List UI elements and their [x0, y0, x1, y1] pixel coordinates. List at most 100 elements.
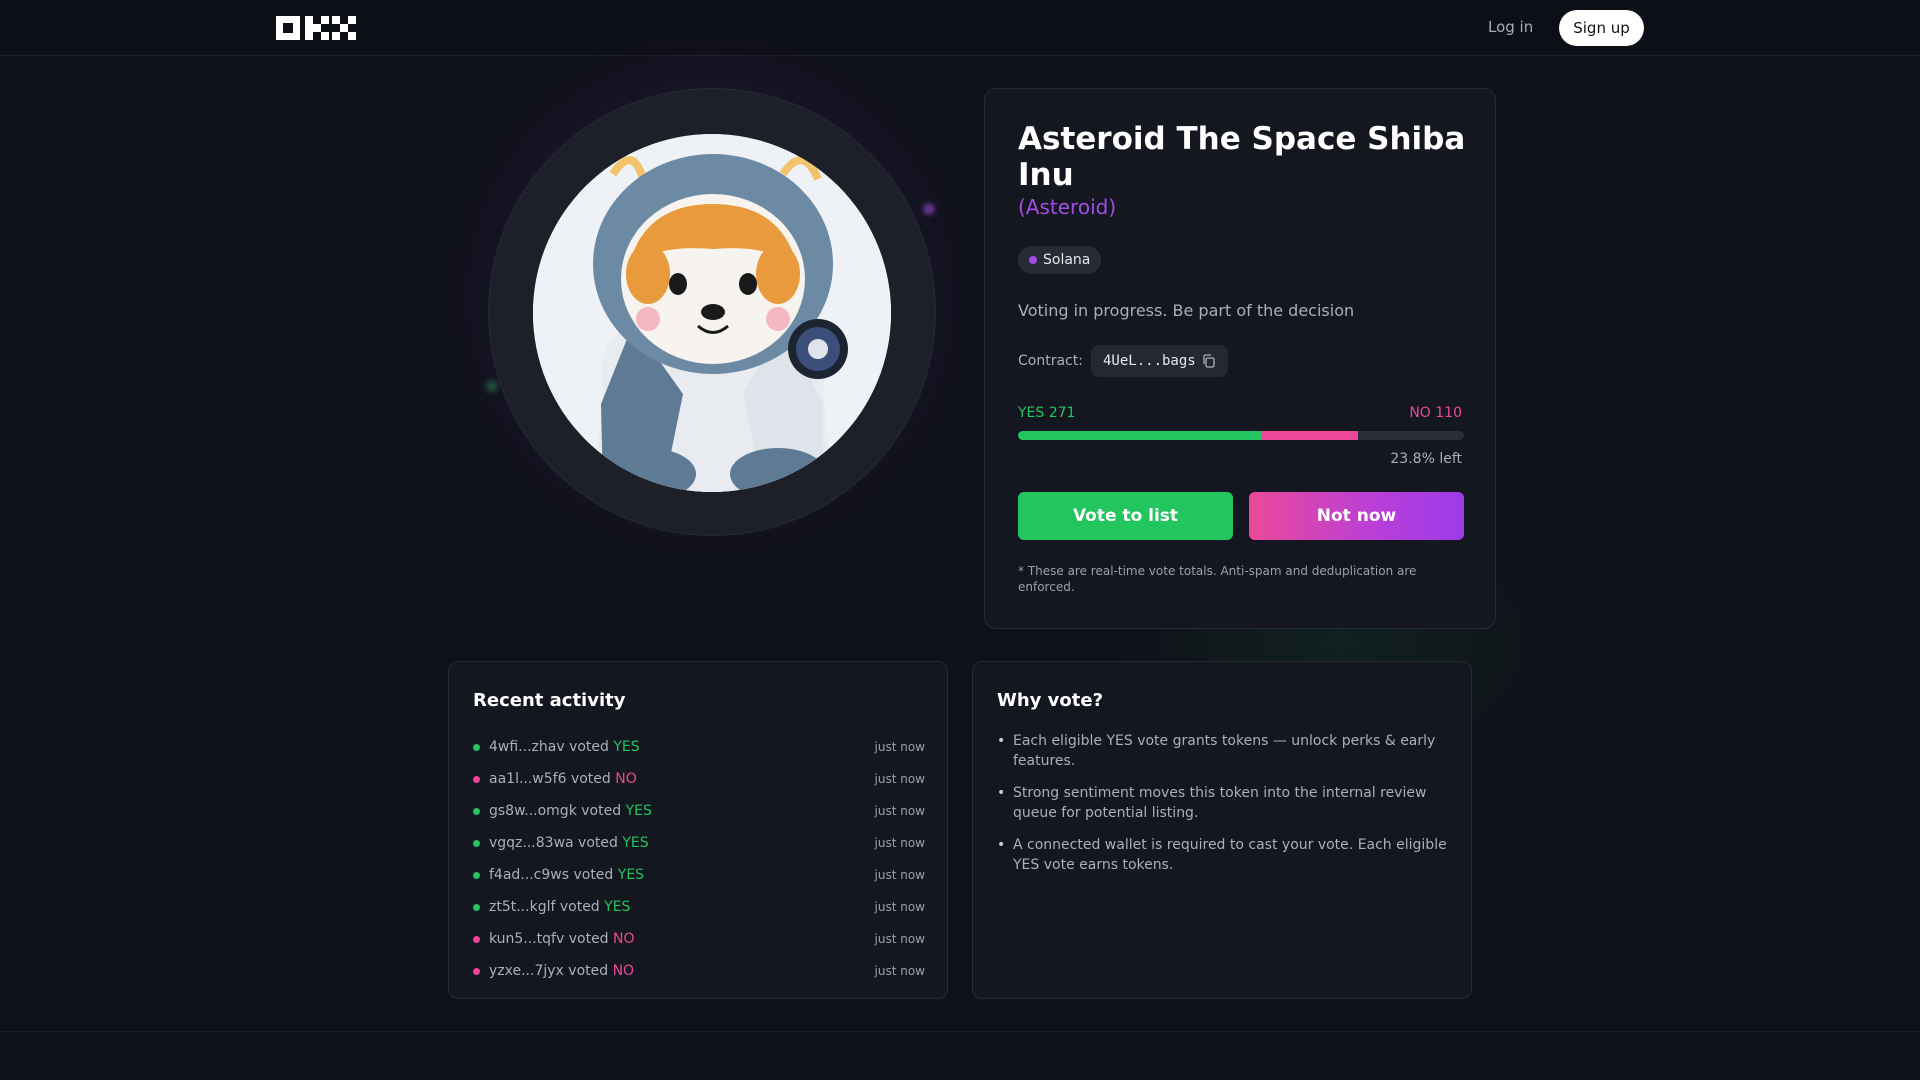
activity-voted-word: voted: [573, 835, 623, 851]
token-vote-card: Asteroid The Space Shiba Inu (Asteroid) …: [984, 88, 1496, 629]
activity-vote-value: NO: [615, 771, 637, 787]
vote-bar-yes: [1018, 431, 1261, 440]
activity-time: just now: [874, 740, 925, 754]
bullet-icon: •: [997, 733, 1006, 749]
activity-row: yzxe...7jyx voted NO just now: [473, 955, 925, 987]
why-vote-item: • Each eligible YES vote grants tokens — …: [997, 731, 1449, 771]
copy-icon[interactable]: [1202, 354, 1216, 368]
vote-dot-icon: [473, 775, 480, 783]
yes-vote-count: YES 271: [1018, 405, 1076, 421]
activity-list: 4wfi...zhav voted YES just now aa1l...w5f6…: [473, 731, 925, 987]
why-vote-title: Why vote?: [997, 690, 1104, 711]
activity-wallet: yzxe...7jyx: [489, 963, 564, 979]
activity-wallet: gs8w...omgk: [489, 803, 577, 819]
why-vote-list: • Each eligible YES vote grants tokens — …: [997, 731, 1449, 887]
activity-time: just now: [874, 932, 925, 946]
activity-text: 4wfi...zhav voted YES: [489, 739, 640, 755]
activity-row: kun5...tqfv voted NO just now: [473, 923, 925, 955]
activity-vote-value: NO: [613, 931, 635, 947]
vote-dot-icon: [473, 935, 480, 943]
activity-row: 4wfi...zhav voted YES just now: [473, 731, 925, 763]
token-name: Asteroid The Space Shiba Inu: [1018, 121, 1466, 193]
activity-vote-value: YES: [625, 803, 652, 819]
recent-activity-title: Recent activity: [473, 690, 626, 711]
activity-row: gs8w...omgk voted YES just now: [473, 795, 925, 827]
activity-wallet: 4wfi...zhav: [489, 739, 565, 755]
okx-logo[interactable]: [276, 16, 362, 40]
activity-vote-value: NO: [612, 963, 635, 979]
vote-dot-icon: [473, 967, 480, 975]
time-left: 23.8% left: [1390, 451, 1462, 467]
activity-text: gs8w...omgk voted YES: [489, 803, 652, 819]
activity-wallet: aa1l...w5f6: [489, 771, 567, 787]
vote-dot-icon: [473, 807, 480, 815]
not-now-button[interactable]: Not now: [1249, 492, 1464, 540]
activity-row: aa1l...w5f6 voted NO just now: [473, 763, 925, 795]
top-navigation-bar: Log in Sign up: [0, 0, 1920, 56]
activity-row: zt5t...kglf voted YES just now: [473, 891, 925, 923]
shiba-astronaut-image: [533, 134, 891, 492]
why-vote-text: Strong sentiment moves this token into t…: [1013, 785, 1427, 821]
activity-time: just now: [874, 804, 925, 818]
activity-wallet: f4ad...c9ws: [489, 867, 570, 883]
activity-voted-word: voted: [555, 899, 605, 915]
activity-vote-value: YES: [622, 835, 649, 851]
vote-dot-icon: [473, 839, 480, 847]
activity-vote-value: YES: [604, 899, 631, 915]
activity-time: just now: [874, 836, 925, 850]
activity-text: aa1l...w5f6 voted NO: [489, 771, 637, 787]
contract-label: Contract:: [1018, 353, 1083, 369]
no-vote-count: NO 110: [1409, 405, 1462, 421]
chain-badge: Solana: [1018, 246, 1102, 274]
why-vote-item: • A connected wallet is required to cast …: [997, 835, 1449, 875]
activity-voted-word: voted: [564, 739, 614, 755]
bullet-icon: •: [997, 785, 1006, 801]
login-link[interactable]: Log in: [1488, 18, 1533, 36]
chain-name: Solana: [1043, 252, 1091, 268]
activity-row: vgqz...83wa voted YES just now: [473, 827, 925, 859]
activity-text: f4ad...c9ws voted YES: [489, 867, 644, 883]
activity-wallet: kun5...tqfv: [489, 931, 565, 947]
activity-voted-word: voted: [564, 931, 614, 947]
activity-voted-word: voted: [569, 867, 618, 883]
why-vote-card: Why vote? • Each eligible YES vote grants…: [972, 661, 1472, 999]
decorative-spark: [923, 203, 935, 215]
activity-vote-value: YES: [613, 739, 640, 755]
vote-dot-icon: [473, 903, 480, 911]
vote-progress-bar: [1018, 431, 1464, 440]
why-vote-text: Each eligible YES vote grants tokens — u…: [1013, 733, 1436, 769]
activity-time: just now: [874, 900, 925, 914]
voting-status: Voting in progress. Be part of the decis…: [1018, 301, 1355, 320]
vote-to-list-button[interactable]: Vote to list: [1018, 492, 1233, 540]
activity-time: just now: [874, 964, 925, 978]
vote-dot-icon: [473, 743, 480, 751]
contract-address-copy[interactable]: 4UeL...bags: [1091, 345, 1228, 377]
activity-row: f4ad...c9ws voted YES just now: [473, 859, 925, 891]
activity-voted-word: voted: [566, 771, 616, 787]
activity-text: vgqz...83wa voted YES: [489, 835, 649, 851]
activity-voted-word: voted: [576, 803, 626, 819]
footer-divider: [0, 1031, 1920, 1032]
token-symbol: (Asteroid): [1018, 195, 1117, 219]
activity-voted-word: voted: [563, 963, 613, 979]
activity-text: zt5t...kglf voted YES: [489, 899, 630, 915]
activity-text: yzxe...7jyx voted NO: [489, 963, 634, 979]
activity-wallet: zt5t...kglf: [489, 899, 556, 915]
why-vote-item: • Strong sentiment moves this token into …: [997, 783, 1449, 823]
signup-button[interactable]: Sign up: [1559, 10, 1644, 46]
chain-dot-icon: [1029, 256, 1037, 264]
why-vote-text: A connected wallet is required to cast y…: [1013, 837, 1447, 873]
activity-time: just now: [874, 868, 925, 882]
token-avatar: [533, 134, 891, 492]
activity-text: kun5...tqfv voted NO: [489, 931, 635, 947]
contract-address: 4UeL...bags: [1103, 353, 1196, 369]
activity-wallet: vgqz...83wa: [489, 835, 574, 851]
activity-time: just now: [874, 772, 925, 786]
decorative-spark: [486, 380, 498, 392]
disclaimer-text: * These are real-time vote totals. Anti-…: [1018, 564, 1417, 594]
recent-activity-card: Recent activity 4wfi...zhav voted YES jus…: [448, 661, 948, 999]
activity-vote-value: YES: [617, 867, 645, 883]
vote-bar-no: [1260, 431, 1358, 440]
vote-dot-icon: [473, 871, 480, 879]
bullet-icon: •: [997, 837, 1006, 853]
